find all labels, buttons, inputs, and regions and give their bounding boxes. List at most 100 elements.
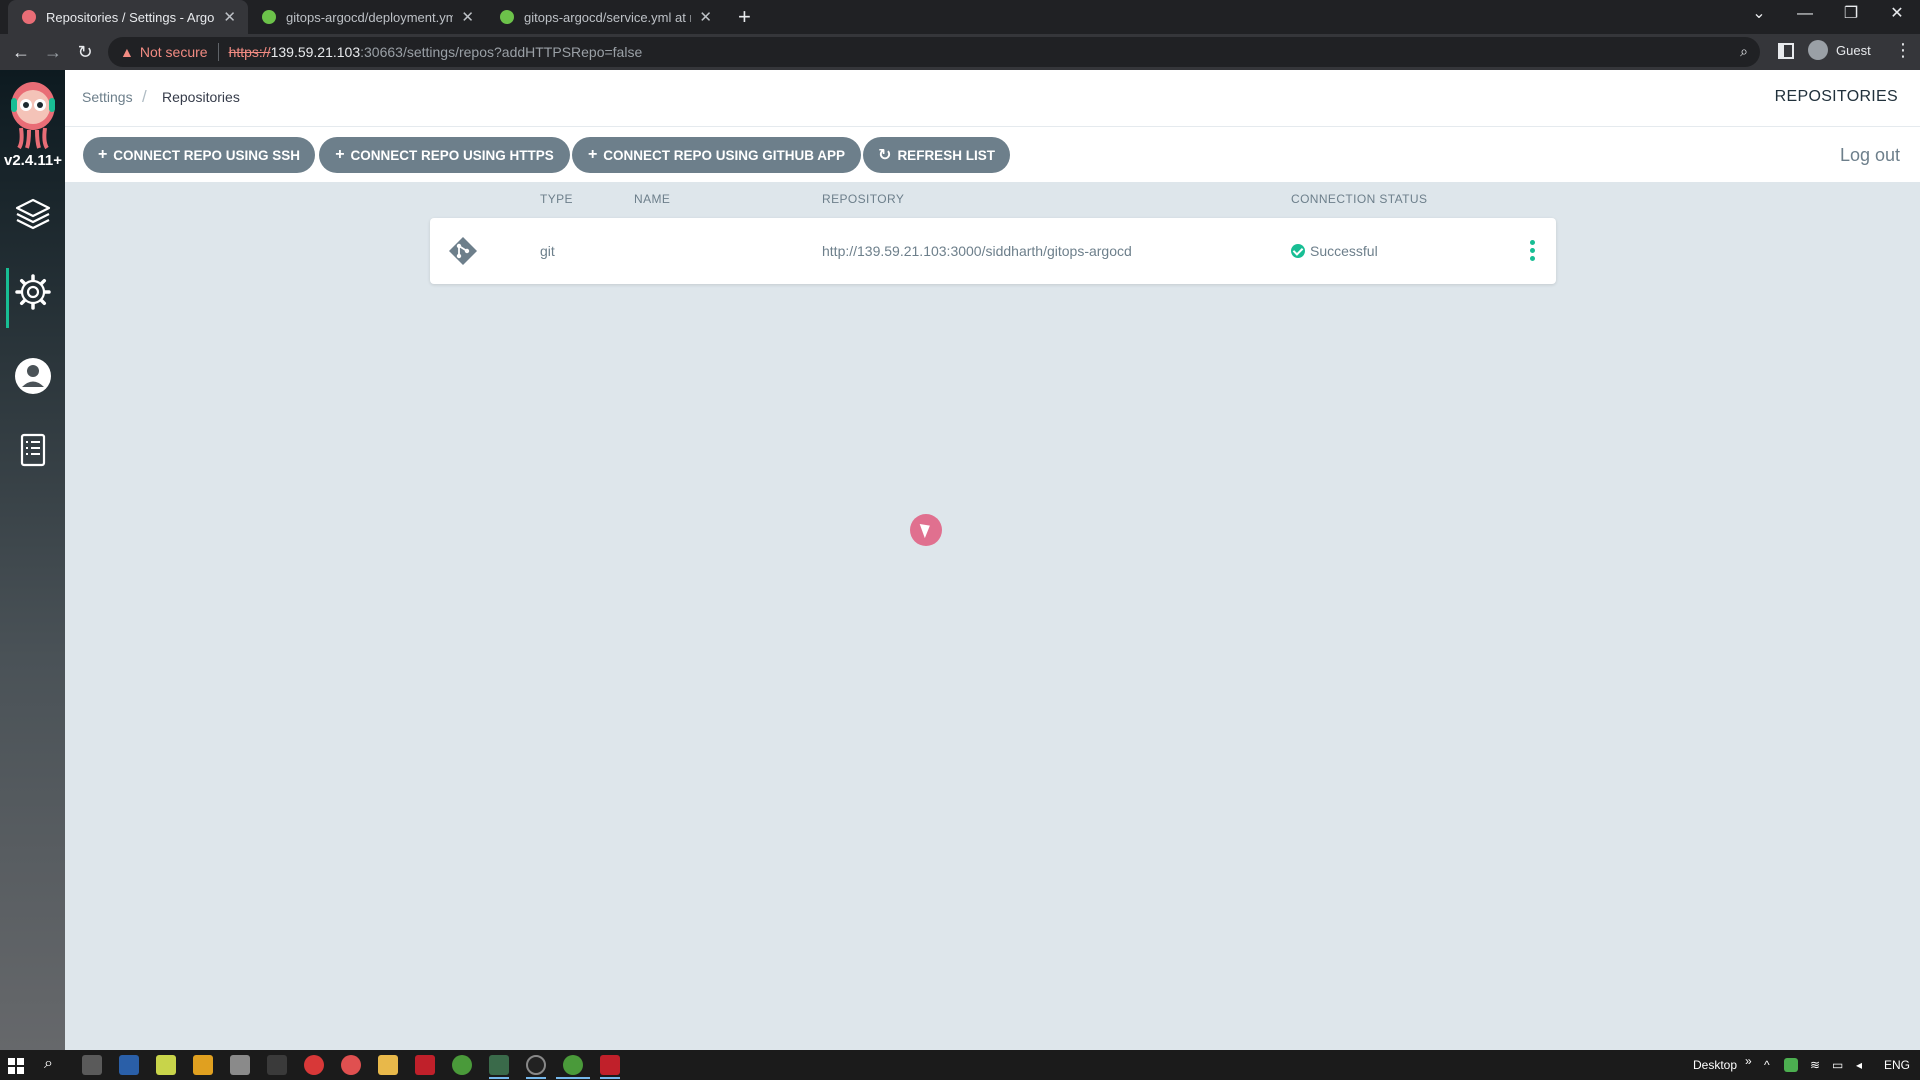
plus-icon: + bbox=[587, 146, 598, 163]
column-header-name: NAME bbox=[634, 192, 671, 206]
browser-tab-service[interactable]: gitops-argocd/service.yml at mai ✕ bbox=[486, 0, 724, 34]
gitea-favicon-icon bbox=[500, 10, 514, 24]
image-viewer-icon[interactable] bbox=[489, 1055, 509, 1075]
address-bar[interactable]: ▲ Not secure https://139.59.21.103:30663… bbox=[108, 37, 1760, 67]
tray-expand-icon[interactable]: ^ bbox=[1764, 1058, 1770, 1072]
recorder-icon[interactable] bbox=[304, 1055, 324, 1075]
volume-icon[interactable]: ◂ bbox=[1856, 1058, 1862, 1072]
task-view-icon[interactable] bbox=[82, 1055, 102, 1075]
running-indicator bbox=[556, 1077, 590, 1079]
reload-button[interactable]: ↻ bbox=[73, 40, 97, 64]
acrobat-icon[interactable] bbox=[415, 1055, 435, 1075]
applications-layers-icon[interactable] bbox=[13, 194, 53, 234]
settings-active-indicator bbox=[6, 268, 9, 328]
tray-app-icon[interactable] bbox=[1784, 1058, 1798, 1072]
side-panel-icon[interactable] bbox=[1778, 43, 1794, 59]
restore-button[interactable]: ❐ bbox=[1828, 0, 1874, 30]
browser-tab-argocd[interactable]: Repositories / Settings - Argo CD ✕ bbox=[8, 0, 248, 34]
row-actions-menu-icon[interactable] bbox=[1526, 238, 1538, 264]
column-header-connection-status: CONNECTION STATUS bbox=[1291, 192, 1428, 206]
argo-favicon-icon bbox=[22, 10, 36, 24]
logout-link[interactable]: Log out bbox=[1840, 145, 1900, 166]
profile-label: Guest bbox=[1836, 42, 1871, 58]
repo-url: http://139.59.21.103:3000/siddharth/gito… bbox=[822, 243, 1132, 259]
url-host: 139.59.21.103 bbox=[270, 44, 361, 60]
profile-button[interactable]: Guest bbox=[1808, 40, 1871, 60]
breadcrumb-separator: / bbox=[142, 87, 147, 106]
browser-tab-deployment[interactable]: gitops-argocd/deployment.yml a ✕ bbox=[248, 0, 486, 34]
breadcrumb-settings-link[interactable]: Settings bbox=[82, 89, 133, 105]
obs-icon[interactable] bbox=[526, 1055, 546, 1075]
refresh-list-label: REFRESH LIST bbox=[897, 147, 995, 163]
user-info-icon[interactable] bbox=[13, 356, 53, 396]
status-label: Successful bbox=[1310, 243, 1378, 259]
version-label: v2.4.11+ bbox=[4, 152, 62, 169]
search-icon[interactable]: ⌕ bbox=[44, 1055, 53, 1073]
back-button[interactable]: ← bbox=[9, 40, 33, 64]
connect-ssh-label: CONNECT REPO USING SSH bbox=[113, 147, 301, 163]
mouse-cursor-icon bbox=[910, 514, 942, 546]
notepad-icon[interactable] bbox=[156, 1055, 176, 1075]
tab-search-button[interactable]: ⌄ bbox=[1736, 0, 1782, 30]
table-row[interactable]: git http://139.59.21.103:3000/siddharth/… bbox=[430, 218, 1556, 284]
windows-taskbar: ⌕ Desktop » ^ ≋ ▭ ◂ ENG bbox=[0, 1050, 1920, 1080]
success-check-icon bbox=[1291, 244, 1305, 258]
connect-github-app-button[interactable]: + CONNECT REPO USING GITHUB APP bbox=[572, 137, 861, 173]
url-path: :30663/settings/repos?addHTTPSRepo=false bbox=[360, 44, 643, 60]
toolbar-chevron-icon[interactable]: » bbox=[1745, 1054, 1752, 1068]
page-title: REPOSITORIES bbox=[1774, 88, 1898, 105]
connection-status: Successful bbox=[1291, 243, 1378, 259]
paint-icon[interactable] bbox=[230, 1055, 250, 1075]
argo-logo-icon[interactable] bbox=[7, 80, 59, 150]
chrome-icon[interactable] bbox=[452, 1055, 472, 1075]
minimize-button[interactable]: — bbox=[1782, 0, 1828, 30]
security-warning[interactable]: Not secure bbox=[140, 44, 208, 60]
column-header-type: TYPE bbox=[540, 192, 573, 206]
language-indicator[interactable]: ENG bbox=[1884, 1058, 1910, 1072]
argo-sidebar: v2.4.11+ bbox=[0, 70, 65, 1050]
settings-gear-icon[interactable] bbox=[13, 272, 53, 312]
refresh-icon: ↻ bbox=[878, 147, 892, 164]
connect-ssh-button[interactable]: + CONNECT REPO USING SSH bbox=[83, 137, 315, 173]
battery-icon[interactable]: ▭ bbox=[1832, 1058, 1843, 1072]
running-indicator bbox=[600, 1077, 620, 1079]
guest-avatar-icon bbox=[1808, 40, 1828, 60]
chrome-active-icon[interactable] bbox=[563, 1055, 583, 1075]
connect-https-label: CONNECT REPO USING HTTPS bbox=[350, 147, 554, 163]
terminal-icon[interactable] bbox=[267, 1055, 287, 1075]
browser-menu-icon[interactable]: ⋮ bbox=[1894, 40, 1912, 61]
sublime-icon[interactable] bbox=[193, 1055, 213, 1075]
forward-button[interactable]: → bbox=[41, 40, 65, 64]
tab-title: gitops-argocd/deployment.yml a bbox=[286, 9, 454, 25]
browser-tab-strip: Repositories / Settings - Argo CD ✕ gito… bbox=[0, 0, 1920, 34]
close-tab-icon[interactable]: ✕ bbox=[699, 8, 712, 26]
repositories-content: TYPE NAME REPOSITORY CONNECTION STATUS g… bbox=[65, 182, 1920, 1050]
windows-start-icon[interactable] bbox=[8, 1058, 24, 1074]
plus-icon: + bbox=[335, 146, 345, 163]
desktop-toolbar-label[interactable]: Desktop bbox=[1693, 1058, 1737, 1072]
documentation-icon[interactable] bbox=[13, 430, 53, 470]
powershell-icon[interactable] bbox=[119, 1055, 139, 1075]
gitea-favicon-icon bbox=[262, 10, 276, 24]
git-icon bbox=[449, 237, 477, 265]
close-tab-icon[interactable]: ✕ bbox=[223, 8, 236, 26]
close-tab-icon[interactable]: ✕ bbox=[461, 8, 474, 26]
refresh-list-button[interactable]: ↻ REFRESH LIST bbox=[863, 137, 1010, 173]
powerpoint-icon[interactable] bbox=[600, 1055, 620, 1075]
browser-toolbar: ← → ↻ ▲ Not secure https://139.59.21.103… bbox=[0, 34, 1920, 70]
tab-title: gitops-argocd/service.yml at mai bbox=[524, 9, 691, 25]
action-toolbar: + CONNECT REPO USING SSH + CONNECT REPO … bbox=[65, 127, 1920, 182]
plus-icon: + bbox=[97, 146, 108, 163]
new-tab-button[interactable]: + bbox=[738, 4, 751, 30]
connect-github-app-label: CONNECT REPO USING GITHUB APP bbox=[603, 147, 846, 163]
close-window-button[interactable]: ✕ bbox=[1874, 0, 1920, 30]
connect-https-button[interactable]: + CONNECT REPO USING HTTPS bbox=[319, 137, 570, 173]
column-header-repository: REPOSITORY bbox=[822, 192, 905, 206]
running-indicator bbox=[489, 1077, 509, 1079]
page-header: Settings / Repositories REPOSITORIES bbox=[65, 70, 1920, 127]
file-explorer-icon[interactable] bbox=[378, 1055, 398, 1075]
wifi-icon[interactable]: ≋ bbox=[1810, 1058, 1820, 1072]
zoom-icon[interactable]: ⌕ bbox=[1740, 43, 1748, 60]
tab-title: Repositories / Settings - Argo CD bbox=[46, 9, 215, 25]
app-icon[interactable] bbox=[341, 1055, 361, 1075]
